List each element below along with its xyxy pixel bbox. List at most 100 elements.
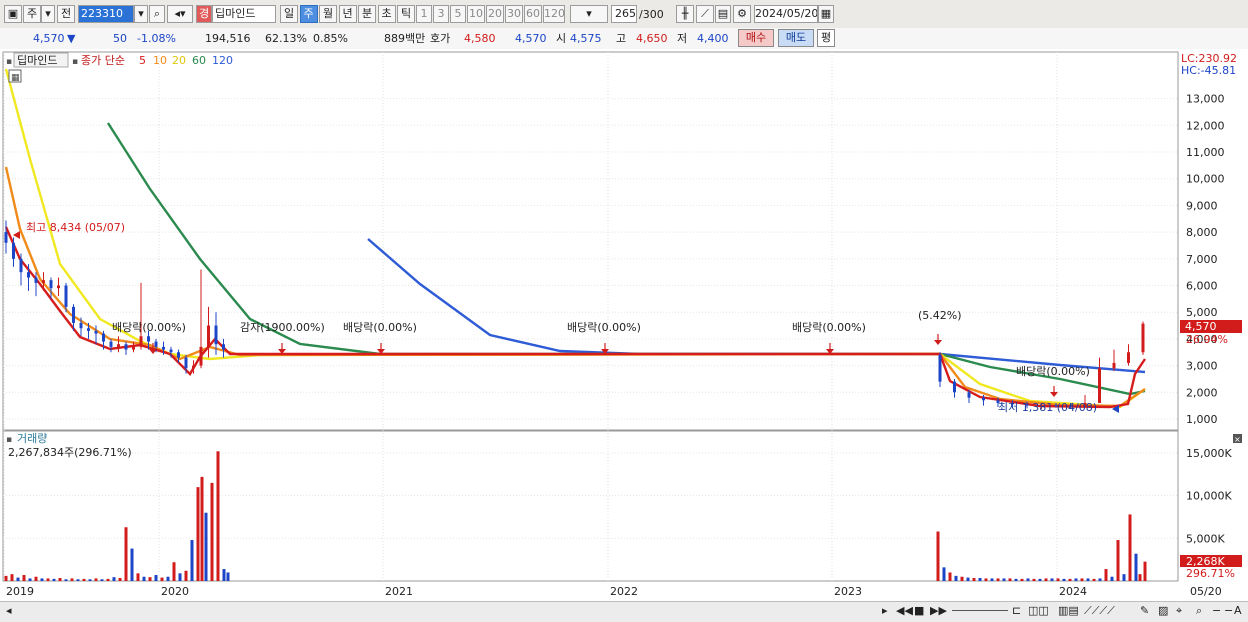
volume-bar — [1044, 578, 1048, 581]
candle-body — [79, 322, 83, 329]
speaker-icon[interactable]: ◂▾ — [167, 5, 193, 23]
volume-bar — [172, 562, 176, 581]
period-tab[interactable]: 틱 — [397, 5, 415, 23]
buy-button[interactable]: 매수 — [738, 29, 774, 47]
price-tick-label: 2,000 — [1186, 386, 1218, 399]
volume-bar — [130, 548, 134, 581]
price-tick-label: 13,000 — [1186, 93, 1225, 106]
interval-tab[interactable]: 1 — [416, 5, 432, 23]
volume-bar — [200, 476, 204, 581]
x-tick-label: 2022 — [610, 585, 638, 598]
sell-button[interactable]: 매도 — [778, 29, 814, 47]
chart-svg[interactable]: 배당락(0.00%) 감자(1900.00%) 배당락(0.00%) 배당락(0.00… — [0, 49, 1248, 601]
gear-icon[interactable]: ⚙ — [733, 5, 751, 23]
avg-button[interactable]: 평 — [817, 29, 835, 47]
axes: 13,000 12,000 11,000 10,000 9,000 8,000 7,000 6… — [6, 93, 1232, 598]
candle-body — [1141, 323, 1145, 353]
interval-tab[interactable]: 5 — [450, 5, 466, 23]
fast-forward-icon[interactable]: ▶▶ — [930, 604, 947, 617]
candle-body — [4, 232, 8, 243]
stock-name-field[interactable]: 딥마인드 — [212, 5, 276, 23]
interval-tab[interactable]: 30 — [505, 5, 523, 23]
split-icon[interactable]: ▥▤ — [1058, 604, 1079, 617]
calendar-icon[interactable]: ▦ — [818, 5, 834, 23]
candle-body — [87, 328, 90, 331]
volume-bar — [216, 451, 220, 581]
period-tab[interactable]: 초 — [377, 5, 396, 23]
period-tab[interactable]: 일 — [280, 5, 298, 23]
text-icon[interactable]: A — [1234, 604, 1242, 617]
period-tab[interactable]: 년 — [338, 5, 357, 23]
event-label: 배당락(0.00%) — [112, 321, 186, 334]
draw-tool-icon[interactable]: ⟋ — [696, 5, 714, 23]
layout-icon[interactable]: ◫◫ — [1028, 604, 1049, 617]
price-tick-label: 6,000 — [1186, 280, 1218, 293]
stop-icon[interactable]: ■ — [914, 604, 924, 617]
interval-tab[interactable]: 20 — [486, 5, 504, 23]
volume-panel-frame — [2, 430, 1179, 582]
volume-bar — [100, 579, 104, 581]
candle-body — [64, 285, 68, 307]
interval-tab[interactable]: 10 — [467, 5, 485, 23]
legend-title: 종가 단순 — [81, 54, 125, 67]
count-input[interactable]: 265 — [611, 5, 637, 23]
candle-body — [12, 242, 15, 259]
candle-body — [154, 341, 158, 347]
volume-bar — [1080, 578, 1084, 581]
ask-label: 호가 — [430, 32, 451, 45]
candle-body — [222, 344, 225, 350]
period-tab[interactable]: 분 — [358, 5, 376, 23]
zoom-out-icon[interactable]: − — [1212, 604, 1221, 617]
period-tab[interactable]: 주 — [299, 5, 318, 23]
window-menu-icon[interactable]: ▣ — [4, 5, 22, 23]
zoom-in-icon[interactable]: − — [1224, 604, 1233, 617]
price-tick-label: 3,000 — [1186, 360, 1218, 373]
high-note: 최고 8,434 (05/07) — [26, 221, 125, 234]
legend-ma-10[interactable]: 10 — [153, 54, 167, 67]
scroll-left-icon[interactable]: ◂ — [6, 604, 12, 617]
down-triangle-icon: ▼ — [67, 32, 76, 45]
x-tick-label: 2024 — [1059, 585, 1087, 598]
interval-tab[interactable]: 120 — [543, 5, 565, 23]
candle-body — [147, 336, 150, 342]
candles — [4, 220, 1145, 413]
code-dropdown-icon[interactable]: ▾ — [134, 5, 148, 23]
date-input[interactable]: 2024/05/20 — [754, 5, 818, 23]
volume-bar — [1014, 578, 1018, 581]
candle-body — [57, 285, 60, 289]
volume-bar — [1098, 578, 1102, 581]
x-tick-label: 2019 — [6, 585, 34, 598]
price-tick-label: 7,000 — [1186, 253, 1218, 266]
legend-ma-120[interactable]: 120 — [212, 54, 233, 67]
candle-body — [938, 354, 942, 382]
zoom-slider[interactable] — [952, 610, 1008, 611]
bottom-scrollbar[interactable]: ◂ ▸ ◀◀ ■ ▶▶ ⊏ ◫◫ ▥▤ ⟋⟋⟋⟋ ✎ ▨ ⌖ ⌕ − − A — [0, 601, 1248, 622]
interval-tab[interactable]: 3 — [433, 5, 449, 23]
legend-ma-20[interactable]: 20 — [172, 54, 186, 67]
market-select[interactable]: 주 — [23, 5, 41, 23]
crosshair-icon[interactable]: ⌖ — [1176, 604, 1182, 618]
rewind-icon[interactable]: ◀◀ — [896, 604, 913, 617]
chart-area[interactable]: 배당락(0.00%) 감자(1900.00%) 배당락(0.00%) 배당락(0.00… — [0, 49, 1248, 601]
interval-select[interactable]: ▾ — [570, 5, 608, 23]
magnifier-icon[interactable]: ⌕ — [1196, 604, 1202, 618]
period-tab[interactable]: 월 — [319, 5, 337, 23]
market-dropdown-icon[interactable]: ▾ — [41, 5, 55, 23]
prev-button[interactable]: 전 — [57, 5, 75, 23]
interval-tab[interactable]: 60 — [524, 5, 542, 23]
save-icon[interactable]: ▤ — [715, 5, 731, 23]
candle-icon[interactable]: ╫ — [676, 5, 694, 23]
volume-bar — [58, 578, 62, 581]
edit-icon[interactable]: ✎ — [1140, 604, 1149, 617]
high-label: 고 — [616, 32, 627, 45]
scroll-right-icon[interactable]: ▸ — [882, 604, 888, 617]
legend-ma-5[interactable]: 5 — [139, 54, 146, 67]
stock-code-input[interactable]: 223310 — [78, 5, 134, 23]
zoom-handle-icon[interactable]: ⊏ — [1012, 604, 1021, 617]
search-icon[interactable]: ⌕ — [149, 5, 165, 23]
image-icon[interactable]: ▨ — [1158, 604, 1168, 617]
candle-body — [1112, 362, 1116, 369]
drawing-tools-icon[interactable]: ⟋⟋⟋⟋ — [1084, 604, 1115, 618]
open-label: 시 — [556, 32, 567, 45]
legend-ma-60[interactable]: 60 — [192, 54, 206, 67]
